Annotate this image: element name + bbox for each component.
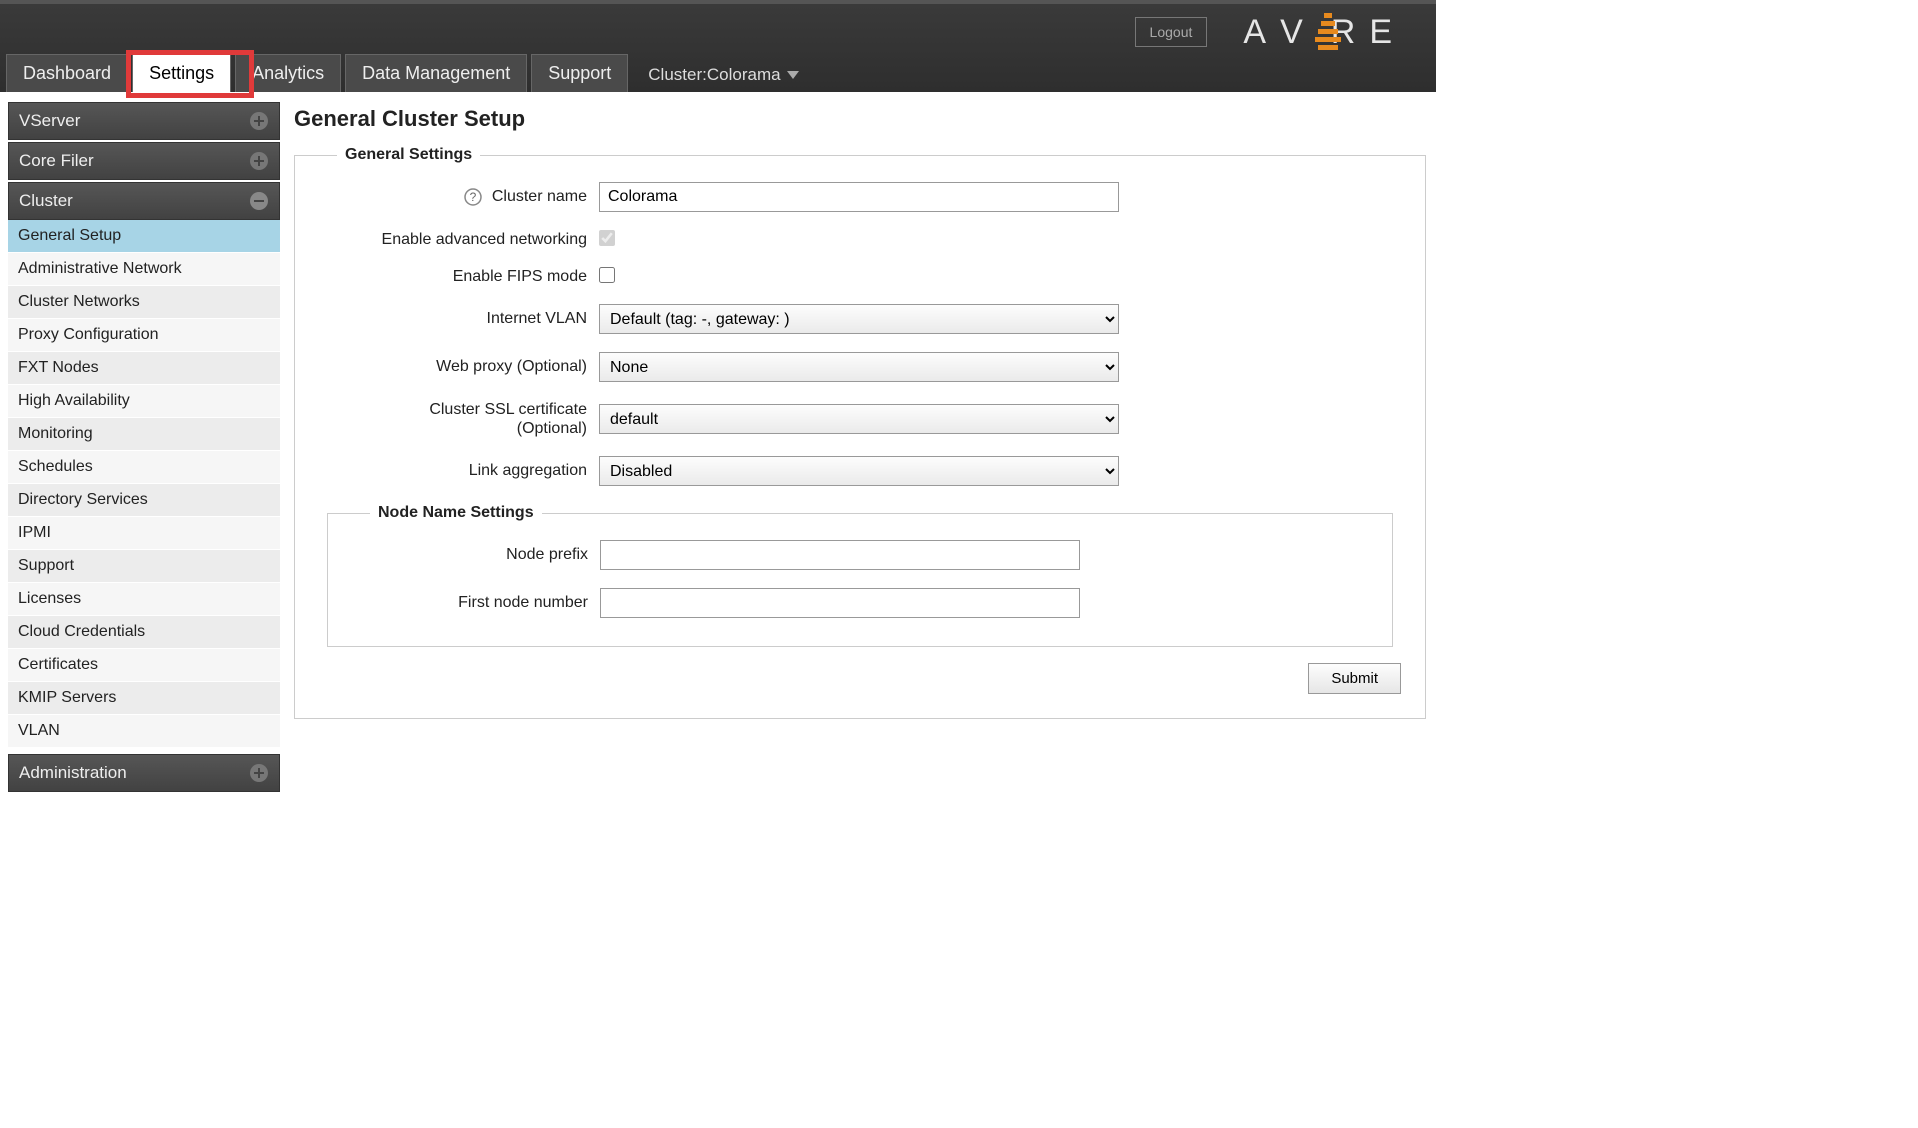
sidebar-section-corefiler[interactable]: Core Filer: [8, 142, 280, 180]
cluster-prefix: Cluster:: [648, 65, 707, 85]
input-first-node-number[interactable]: [600, 588, 1080, 618]
input-node-prefix[interactable]: [600, 540, 1080, 570]
sidebar-section-label: Cluster: [19, 191, 73, 211]
fieldset-general-settings: General Settings ? Cluster name Enable a…: [294, 146, 1426, 719]
sidebar-section-label: VServer: [19, 111, 80, 131]
sidebar-item-proxy-configuration[interactable]: Proxy Configuration: [8, 319, 280, 352]
plus-circle-icon: [249, 763, 269, 783]
row-ssl-cert: Cluster SSL certificate (Optional) defau…: [319, 400, 1401, 438]
label-internet-vlan: Internet VLAN: [319, 310, 599, 328]
label-first-node-number: First node number: [352, 594, 600, 612]
fieldset-node-name: Node Name Settings Node prefix First nod…: [327, 504, 1393, 647]
label-node-prefix: Node prefix: [352, 546, 600, 564]
sidebar-item-cloud-credentials[interactable]: Cloud Credentials: [8, 616, 280, 649]
sidebar-item-general-setup[interactable]: General Setup: [8, 220, 280, 253]
sidebar-section-vserver[interactable]: VServer: [8, 102, 280, 140]
sidebar-item-cluster-networks[interactable]: Cluster Networks: [8, 286, 280, 319]
logo-bars-icon: [1315, 13, 1341, 50]
submit-button[interactable]: Submit: [1308, 663, 1401, 694]
plus-circle-icon: [249, 151, 269, 171]
input-cluster-name[interactable]: [599, 182, 1119, 212]
sidebar-section-cluster[interactable]: Cluster: [8, 182, 280, 220]
sidebar-cluster-list: General Setup Administrative Network Clu…: [8, 220, 280, 748]
legend-general-settings: General Settings: [337, 146, 480, 164]
select-ssl-cert[interactable]: default: [599, 404, 1119, 434]
submit-row: Submit: [319, 663, 1401, 694]
tab-bar: Dashboard Settings Analytics Data Manage…: [0, 56, 799, 92]
main-panel: General Cluster Setup General Settings ?…: [294, 102, 1426, 792]
row-first-node-number: First node number: [352, 588, 1368, 618]
label-web-proxy: Web proxy (Optional): [319, 358, 599, 376]
checkbox-adv-networking[interactable]: [599, 230, 615, 246]
row-adv-networking: Enable advanced networking: [319, 230, 1401, 249]
sidebar-item-ipmi[interactable]: IPMI: [8, 517, 280, 550]
sidebar-item-administrative-network[interactable]: Administrative Network: [8, 253, 280, 286]
sidebar-item-licenses[interactable]: Licenses: [8, 583, 280, 616]
sidebar-item-support[interactable]: Support: [8, 550, 280, 583]
content: VServer Core Filer Cluster General Setup…: [0, 92, 1436, 812]
checkbox-fips[interactable]: [599, 267, 615, 283]
row-link-agg: Link aggregation Disabled: [319, 456, 1401, 486]
tab-analytics[interactable]: Analytics: [235, 54, 341, 92]
tab-data-management[interactable]: Data Management: [345, 54, 527, 92]
label-text: Cluster name: [492, 188, 587, 206]
row-fips: Enable FIPS mode: [319, 267, 1401, 286]
sidebar-section-label: Core Filer: [19, 151, 94, 171]
header: Logout A V R E Dashboard Settings Analyt…: [0, 0, 1436, 92]
label-adv-networking: Enable advanced networking: [319, 231, 599, 249]
tab-settings[interactable]: Settings: [132, 54, 231, 92]
minus-circle-icon: [249, 191, 269, 211]
row-web-proxy: Web proxy (Optional) None: [319, 352, 1401, 382]
row-cluster-name: ? Cluster name: [319, 182, 1401, 212]
legend-node-name: Node Name Settings: [370, 504, 542, 522]
select-internet-vlan[interactable]: Default (tag: -, gateway: ): [599, 304, 1119, 334]
sidebar-section-administration[interactable]: Administration: [8, 754, 280, 792]
help-icon[interactable]: ?: [464, 188, 482, 206]
label-link-agg: Link aggregation: [319, 462, 599, 480]
sidebar-item-fxt-nodes[interactable]: FXT Nodes: [8, 352, 280, 385]
logo: A V R E: [1243, 13, 1406, 52]
sidebar-item-schedules[interactable]: Schedules: [8, 451, 280, 484]
row-node-prefix: Node prefix: [352, 540, 1368, 570]
tab-support[interactable]: Support: [531, 54, 628, 92]
cluster-selector[interactable]: Cluster: Colorama: [648, 65, 798, 92]
select-link-agg[interactable]: Disabled: [599, 456, 1119, 486]
row-internet-vlan: Internet VLAN Default (tag: -, gateway: …: [319, 304, 1401, 334]
label-cluster-name: ? Cluster name: [319, 188, 599, 206]
sidebar-item-directory-services[interactable]: Directory Services: [8, 484, 280, 517]
sidebar: VServer Core Filer Cluster General Setup…: [8, 102, 280, 792]
plus-circle-icon: [249, 111, 269, 131]
logout-button[interactable]: Logout: [1135, 17, 1208, 47]
tab-dashboard[interactable]: Dashboard: [6, 54, 128, 92]
logo-letter-v: V: [1280, 13, 1317, 52]
sidebar-item-kmip-servers[interactable]: KMIP Servers: [8, 682, 280, 715]
sidebar-item-monitoring[interactable]: Monitoring: [8, 418, 280, 451]
sidebar-section-label: Administration: [19, 763, 127, 783]
logo-letter-a: A: [1243, 13, 1280, 52]
label-ssl-cert-line2: (Optional): [517, 419, 587, 438]
label-ssl-cert: Cluster SSL certificate (Optional): [319, 400, 599, 438]
cluster-name: Colorama: [707, 65, 781, 85]
svg-text:?: ?: [470, 190, 477, 204]
select-web-proxy[interactable]: None: [599, 352, 1119, 382]
sidebar-item-certificates[interactable]: Certificates: [8, 649, 280, 682]
sidebar-item-vlan[interactable]: VLAN: [8, 715, 280, 748]
chevron-down-icon: [787, 71, 799, 79]
label-ssl-cert-line1: Cluster SSL certificate: [429, 400, 587, 419]
page-title: General Cluster Setup: [294, 106, 1426, 132]
sidebar-item-high-availability[interactable]: High Availability: [8, 385, 280, 418]
label-fips: Enable FIPS mode: [319, 268, 599, 286]
logo-letter-e: E: [1369, 13, 1406, 52]
header-top: Logout A V R E: [0, 4, 1436, 60]
